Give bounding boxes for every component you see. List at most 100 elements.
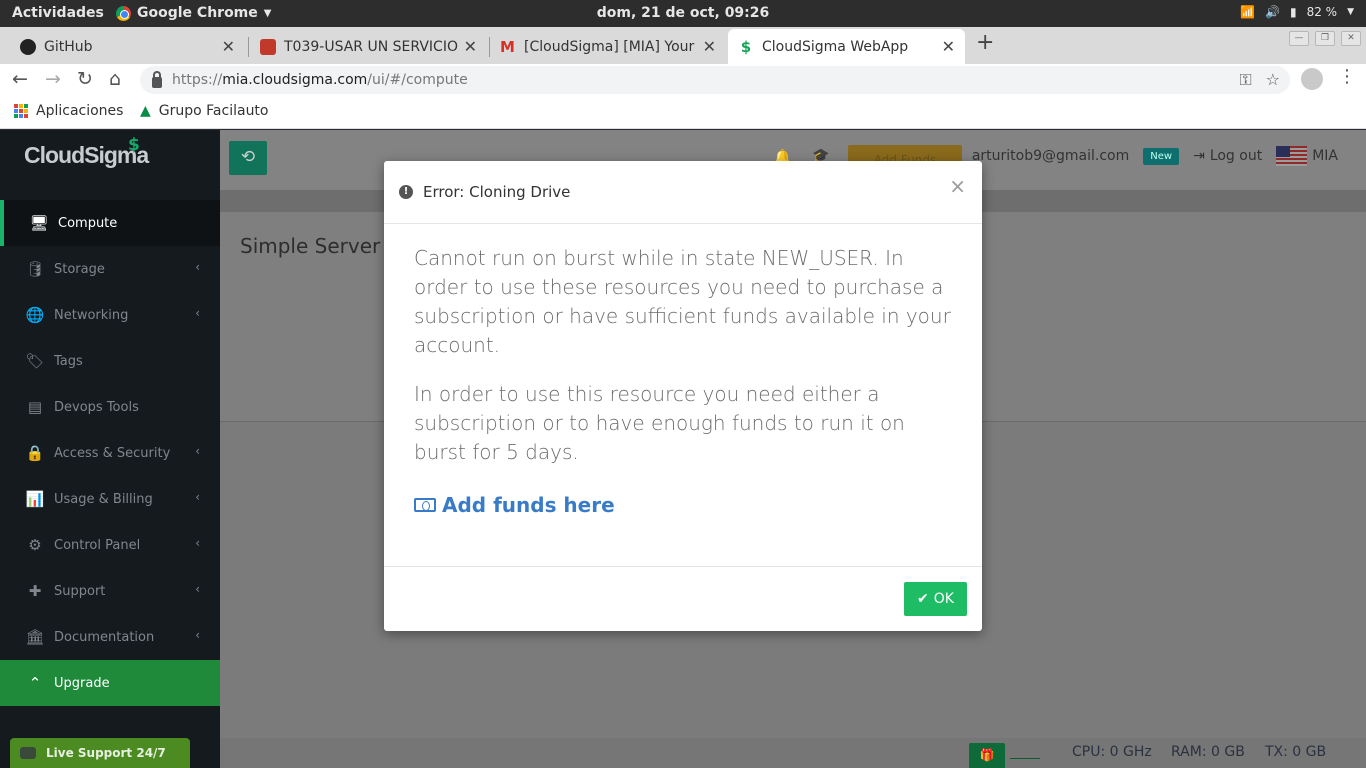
sidebar-item-devops-tools[interactable]: ▤ Devops Tools <box>0 384 220 430</box>
maximize-button[interactable]: ❐ <box>1315 31 1335 46</box>
dialog-header: ! Error: Cloning Drive <box>384 161 982 224</box>
url-scheme: https:// <box>172 72 223 88</box>
error-dialog: ! Error: Cloning Drive × Cannot run on b… <box>384 161 982 631</box>
user-nav: arturitob9@gmail.com New ⇥ Log out MIA <box>972 146 1366 166</box>
monitor-icon: 🖥 <box>29 214 49 232</box>
tab-cloudsigma[interactable]: $ CloudSigma WebApp ✕ <box>728 29 965 64</box>
user-email[interactable]: arturitob9@gmail.com <box>972 148 1129 164</box>
bookmark-label: Grupo Facilauto <box>158 103 269 119</box>
exclamation-circle-icon: ! <box>399 185 413 199</box>
bookmark-apps[interactable]: Aplicaciones <box>14 103 123 119</box>
live-support-button[interactable]: Live Support 24/7 <box>10 738 190 768</box>
profile-avatar[interactable] <box>1301 68 1323 90</box>
gears-icon: ⚙ <box>28 536 42 554</box>
minimize-button[interactable]: — <box>1289 31 1309 46</box>
key-icon[interactable]: ⚿ <box>1239 70 1251 90</box>
dialog-title: Error: Cloning Drive <box>423 183 571 201</box>
activities-button[interactable]: Actividades <box>12 5 104 21</box>
star-icon[interactable]: ☆ <box>1266 70 1280 90</box>
battery-level: 82 % <box>1306 5 1338 19</box>
tags-icon: 🏷 <box>25 352 45 370</box>
sidebar-item-label: Access & Security <box>54 445 171 461</box>
tab-trello[interactable]: T039-USAR UN SERVICIO D ✕ <box>250 29 487 64</box>
sidebar-item-label: Control Panel <box>54 537 141 553</box>
location-selector[interactable]: MIA <box>1276 146 1338 166</box>
forward-icon[interactable]: → <box>45 68 61 90</box>
sidebar-item-label: Networking <box>54 307 129 323</box>
ram-usage: RAM: 0 GB <box>1171 744 1245 760</box>
status-bar: 🎁 CPU: 0 GHz RAM: 0 GB TX: 0 GB <box>220 738 1366 768</box>
add-funds-link-label: Add funds here <box>442 493 615 517</box>
chevron-up-icon: ⌃ <box>28 674 42 692</box>
caret-down-icon: ▼ <box>263 7 272 19</box>
location-label: MIA <box>1312 148 1338 164</box>
new-tab-button[interactable]: + <box>976 30 994 55</box>
dialog-footer: ✔ OK <box>904 582 967 616</box>
ok-label: OK <box>933 591 954 607</box>
ok-button[interactable]: ✔ OK <box>904 582 967 616</box>
sidebar-item-tags[interactable]: 🏷 Tags <box>0 338 220 384</box>
menu-dots-icon[interactable]: ⋮ <box>1338 66 1356 87</box>
close-icon[interactable]: ✕ <box>936 37 955 56</box>
battery-icon: ▮ <box>1289 5 1297 19</box>
sidebar: CloudSigma $ 🖥 Compute 🛢 Storage ‹ 🌐 Net… <box>0 130 220 768</box>
sidebar-item-support[interactable]: ✚ Support ‹ <box>0 568 220 614</box>
sidebar-item-compute[interactable]: 🖥 Compute <box>0 200 220 246</box>
reload-icon[interactable]: ↻ <box>77 68 93 90</box>
close-icon[interactable]: ✕ <box>697 37 716 56</box>
sidebar-item-usage-billing[interactable]: 📊 Usage & Billing ‹ <box>0 476 220 522</box>
sidebar-item-label: Documentation <box>54 629 155 645</box>
bar-chart-icon: 📊 <box>25 490 45 508</box>
chrome-icon <box>116 5 131 21</box>
trello-icon <box>260 38 276 55</box>
close-icon[interactable]: × <box>949 174 966 198</box>
close-window-button[interactable]: ✕ <box>1341 31 1361 46</box>
app-menu[interactable]: Google Chrome ▼ <box>116 5 271 21</box>
sidebar-item-label: Devops Tools <box>54 399 139 415</box>
tab-title: [CloudSigma] [MIA] Your a <box>524 38 697 55</box>
bank-icon: 🏛 <box>25 628 45 646</box>
volume-icon: 🔊 <box>1265 5 1280 19</box>
check-icon: ✔ <box>917 591 929 607</box>
database-icon: 🛢 <box>25 260 45 278</box>
globe-icon: 🌐 <box>25 306 45 324</box>
brand-dollar-icon: $ <box>128 135 140 155</box>
bookmark-facilauto[interactable]: ▲ Grupo Facilauto <box>140 103 269 119</box>
tab-title: T039-USAR UN SERVICIO D <box>284 38 458 55</box>
gift-button[interactable]: 🎁 <box>969 743 1005 768</box>
sidebar-item-documentation[interactable]: 🏛 Documentation ‹ <box>0 614 220 660</box>
new-badge: New <box>1143 147 1180 165</box>
system-tray[interactable]: 📶 🔊 ▮ 82 % ▼ <box>1240 5 1354 19</box>
sidebar-item-label: Support <box>54 583 106 599</box>
url-path: /ui/#/compute <box>367 72 468 88</box>
sidebar-item-upgrade[interactable]: ⌃ Upgrade <box>0 660 220 706</box>
sidebar-menu: 🖥 Compute 🛢 Storage ‹ 🌐 Networking ‹ 🏷 T… <box>0 200 220 706</box>
tab-github[interactable]: GitHub ✕ <box>10 29 245 64</box>
live-support-label: Live Support 24/7 <box>46 746 166 760</box>
back-icon[interactable]: ← <box>12 68 28 90</box>
address-bar[interactable]: https:// mia.cloudsigma.com /ui/#/comput… <box>140 66 1290 94</box>
home-icon[interactable]: ⌂ <box>109 68 121 90</box>
tab-title: GitHub <box>44 38 93 55</box>
app-menu-label: Google Chrome <box>137 5 258 21</box>
bookmark-label: Aplicaciones <box>36 103 124 119</box>
sidebar-item-access-security[interactable]: 🔒 Access & Security ‹ <box>0 430 220 476</box>
github-icon <box>20 38 36 55</box>
logout-link[interactable]: ⇥ Log out <box>1193 148 1262 164</box>
tx-usage: TX: 0 GB <box>1265 744 1327 760</box>
add-funds-link[interactable]: Add funds here <box>414 493 952 517</box>
tab-gmail[interactable]: M [CloudSigma] [MIA] Your a ✕ <box>490 29 726 64</box>
error-explanation: In order to use this resource you need e… <box>414 382 905 464</box>
sidebar-item-label: Storage <box>54 261 105 277</box>
url-domain: mia.cloudsigma.com <box>222 72 368 88</box>
sidebar-item-label: Usage & Billing <box>54 491 153 507</box>
sidebar-item-storage[interactable]: 🛢 Storage ‹ <box>0 246 220 292</box>
tab-strip: GitHub ✕ T039-USAR UN SERVICIO D ✕ M [Cl… <box>0 27 1366 64</box>
sidebar-item-control-panel[interactable]: ⚙ Control Panel ‹ <box>0 522 220 568</box>
close-icon[interactable]: ✕ <box>216 37 235 56</box>
cloudsigma-icon: $ <box>740 37 752 56</box>
close-icon[interactable]: ✕ <box>458 37 477 56</box>
apps-grid-icon <box>14 104 28 118</box>
sidebar-item-networking[interactable]: 🌐 Networking ‹ <box>0 292 220 338</box>
refresh-button[interactable]: ⟲ <box>229 141 267 175</box>
